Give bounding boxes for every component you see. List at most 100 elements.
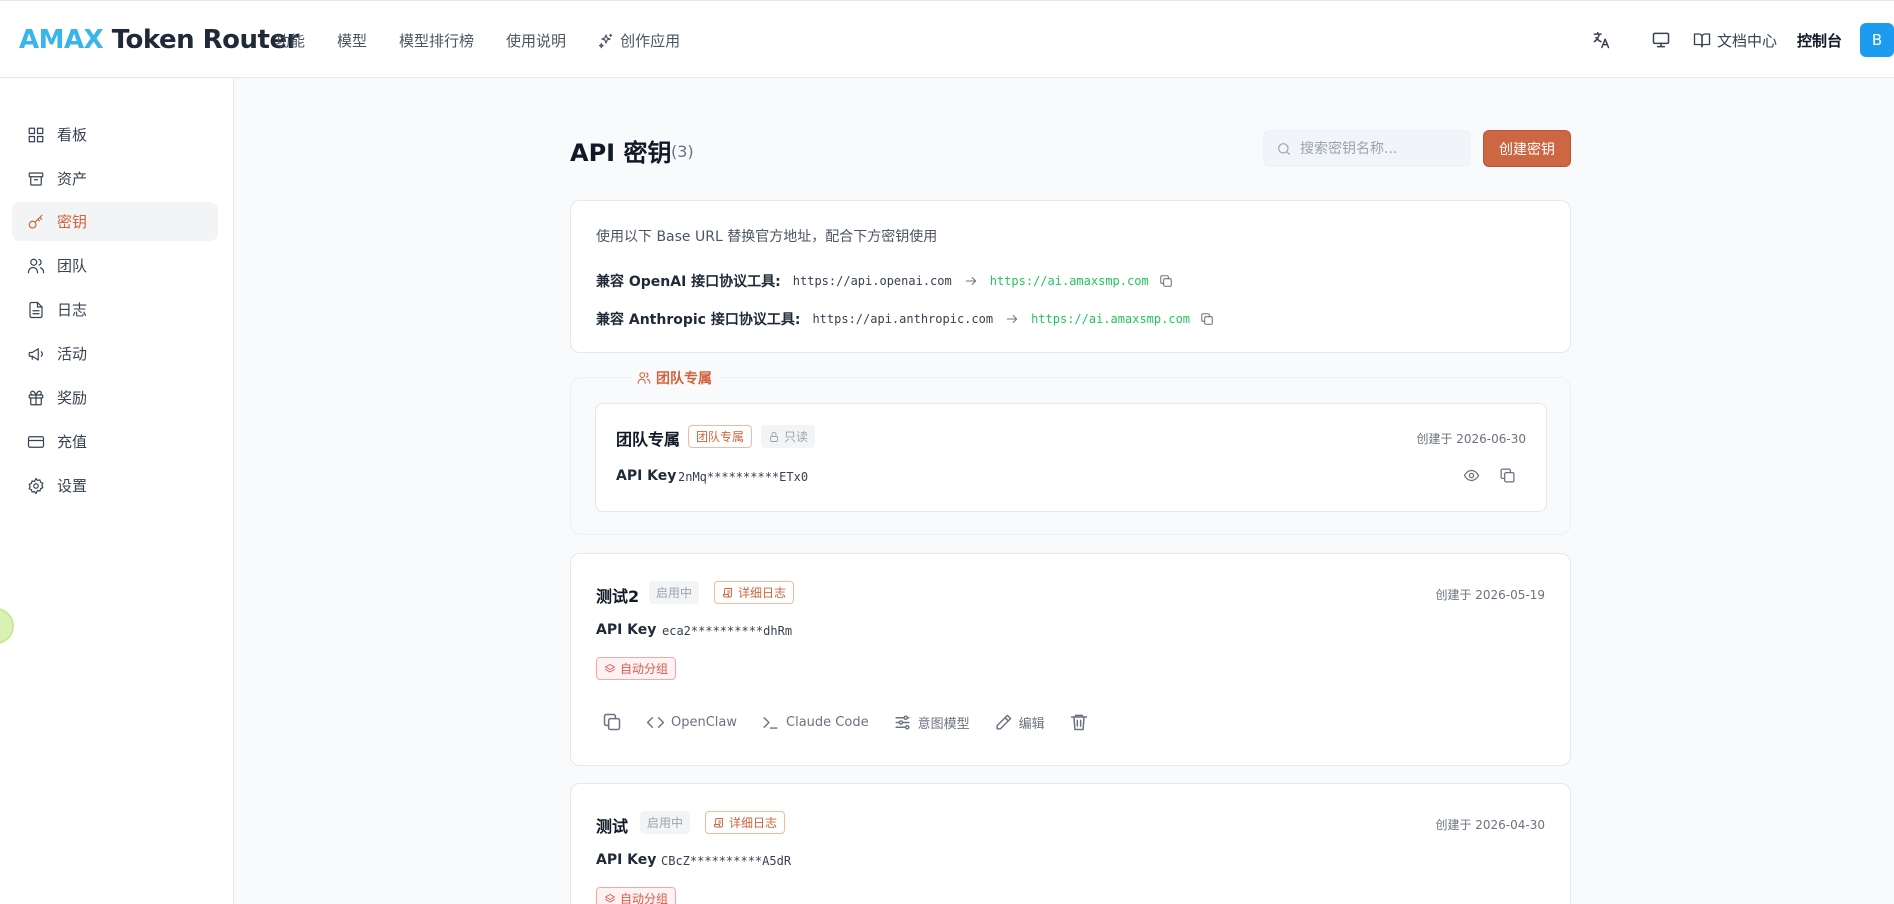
created-date: 创建于 2026-06-30 xyxy=(1416,432,1526,446)
copy-icon[interactable] xyxy=(1159,274,1173,288)
sidebar-item-events[interactable]: 活动 xyxy=(12,334,218,373)
copy-icon[interactable] xyxy=(1200,312,1214,326)
nav-create-app-label: 创作应用 xyxy=(620,32,681,50)
url-new: https://ai.amaxsmp.com xyxy=(1031,312,1191,326)
nav-features[interactable]: 功能 xyxy=(275,30,305,51)
arrow-right-icon xyxy=(964,274,978,288)
auto-group-tag: 自动分组 xyxy=(596,887,677,904)
archive-icon xyxy=(28,171,44,186)
pencil-icon xyxy=(996,714,1011,730)
scroll-icon xyxy=(723,587,732,597)
sidebar-item-settings[interactable]: 设置 xyxy=(12,466,218,505)
sidebar-item-label: 日志 xyxy=(57,301,88,319)
megaphone-icon xyxy=(28,347,43,361)
detail-log-tag[interactable]: 详细日志 xyxy=(705,811,786,834)
sidebar-item-recharge[interactable]: 充值 xyxy=(12,422,218,461)
sidebar-item-label: 充值 xyxy=(57,433,88,451)
language-button[interactable] xyxy=(1591,30,1611,50)
logo-text: Token Router xyxy=(103,25,300,55)
auto-group-label: 自动分组 xyxy=(620,662,669,676)
claude-code-button[interactable]: Claude Code xyxy=(761,713,869,732)
book-icon xyxy=(1693,33,1711,48)
sidebar-item-rewards[interactable]: 奖励 xyxy=(12,378,218,417)
url-row-openai: 兼容 OpenAI 接口协议工具: https://api.openai.com… xyxy=(596,271,1173,291)
intent-model-button[interactable]: 意图模型 xyxy=(893,713,970,732)
base-url-description: 使用以下 Base URL 替换官方地址，配合下方密钥使用 xyxy=(596,229,938,245)
scroll-icon xyxy=(714,817,723,827)
copy-key-button[interactable] xyxy=(602,712,622,732)
gear-icon xyxy=(28,477,44,494)
openclaw-button[interactable]: OpenClaw xyxy=(646,713,737,732)
status-badge: 启用中 xyxy=(640,811,691,834)
sidebar-item-team[interactable]: 团队 xyxy=(12,246,218,285)
created-date: 创建于 2026-05-19 xyxy=(1435,588,1545,602)
nav-leaderboard[interactable]: 模型排行榜 xyxy=(399,30,474,51)
base-url-card: 使用以下 Base URL 替换官方地址，配合下方密钥使用 兼容 OpenAI … xyxy=(570,200,1571,353)
layers-icon xyxy=(605,893,615,902)
api-key-value: eca2**********dhRm xyxy=(662,624,793,638)
url-old: https://api.anthropic.com xyxy=(812,312,994,326)
sparkles-icon xyxy=(598,33,613,48)
url-label: 兼容 Anthropic 接口协议工具: xyxy=(596,312,801,328)
dashboard-icon xyxy=(28,127,44,142)
nav-create-app[interactable]: 创作应用 xyxy=(598,30,680,51)
code-icon xyxy=(646,716,665,728)
copy-icon xyxy=(603,713,621,731)
edit-label: 编辑 xyxy=(1018,716,1045,732)
delete-button[interactable] xyxy=(1069,712,1089,732)
search-icon xyxy=(1278,142,1290,155)
edit-button[interactable]: 编辑 xyxy=(994,713,1045,732)
auto-group-label: 自动分组 xyxy=(620,892,669,904)
docs-link[interactable]: 文档中心 xyxy=(1693,30,1777,51)
key-card: 测试2 启用中 详细日志 创建于 2026-05-19 API Key eca2… xyxy=(570,553,1571,766)
lock-icon xyxy=(770,431,778,442)
avatar[interactable]: B xyxy=(1860,23,1894,57)
key-name: 团队专属 xyxy=(616,430,681,449)
nav-models[interactable]: 模型 xyxy=(337,30,367,51)
show-key-button[interactable] xyxy=(1463,467,1480,484)
sidebar-item-logs[interactable]: 日志 xyxy=(12,290,218,329)
eye-icon xyxy=(1463,469,1480,482)
copy-icon xyxy=(1500,468,1515,483)
console-link[interactable]: 控制台 xyxy=(1797,30,1842,51)
layers-icon xyxy=(605,663,615,672)
api-key-label: API Key xyxy=(596,852,657,868)
key-actions: OpenClaw Claude Code 意图模型 编辑 xyxy=(596,712,1113,732)
detail-log-tag[interactable]: 详细日志 xyxy=(714,581,795,604)
sidebar-item-dashboard[interactable]: 看板 xyxy=(12,115,218,154)
sidebar-item-label: 奖励 xyxy=(57,389,88,407)
logo-brand: AMAX xyxy=(19,25,104,55)
status-badge: 启用中 xyxy=(649,581,700,604)
api-key-label: API Key xyxy=(596,622,657,638)
nav-guide[interactable]: 使用说明 xyxy=(506,30,566,51)
team-tag: 团队专属 xyxy=(688,425,753,448)
gift-icon xyxy=(28,390,44,405)
sidebar-item-keys[interactable]: 密钥 xyxy=(12,202,218,241)
sidebar-item-assets[interactable]: 资产 xyxy=(12,159,218,198)
key-name: 测试 xyxy=(596,817,629,836)
sidebar-item-label: 密钥 xyxy=(57,213,88,231)
auto-group-tag: 自动分组 xyxy=(596,657,677,680)
logo[interactable]: AMAX Token Router xyxy=(19,25,299,55)
api-key-label: API Key xyxy=(616,468,677,484)
arrow-right-icon xyxy=(1005,312,1019,326)
sidebar: 看板 资产 密钥 团队 日志 活动 奖励 充值 设置 xyxy=(0,78,234,904)
display-button[interactable] xyxy=(1651,30,1671,50)
created-date: 创建于 2026-04-30 xyxy=(1435,818,1545,832)
sliders-icon xyxy=(895,714,910,730)
team-section-label: 团队专属 xyxy=(656,371,712,387)
create-key-button[interactable]: 创建密钥 xyxy=(1483,130,1571,167)
file-icon xyxy=(29,301,43,318)
api-key-value: 2nMq**********ETx0 xyxy=(678,470,809,484)
key-name: 测试2 xyxy=(596,587,640,606)
copy-key-button[interactable] xyxy=(1499,467,1516,484)
header-actions: 文档中心 控制台 B xyxy=(1591,1,1894,79)
team-section-legend: 团队专属 xyxy=(631,368,718,388)
openclaw-label: OpenClaw xyxy=(671,714,738,730)
readonly-label: 只读 xyxy=(784,430,809,444)
detail-log-label: 详细日志 xyxy=(738,586,787,600)
search-input[interactable] xyxy=(1300,140,1460,157)
intent-model-label: 意图模型 xyxy=(917,716,970,732)
sidebar-item-label: 团队 xyxy=(57,257,88,275)
key-count: (3) xyxy=(671,142,694,161)
